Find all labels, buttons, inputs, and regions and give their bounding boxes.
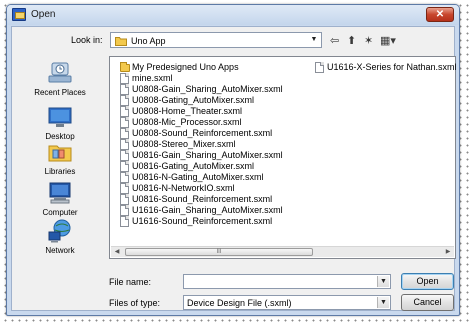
file-icon xyxy=(120,73,129,84)
file-name: My Predesigned Uno Apps xyxy=(132,62,239,72)
file-name: U0808-Gating_AutoMixer.sxml xyxy=(132,95,255,105)
up-folder-icon[interactable]: ⬆ xyxy=(347,34,356,48)
chevron-down-icon[interactable]: ▼ xyxy=(308,34,320,46)
file-name: U0816-Gating_AutoMixer.sxml xyxy=(132,161,255,171)
file-name-label: File name: xyxy=(109,277,152,287)
folder-icon xyxy=(115,36,127,48)
file-name: U1616-X-Series for Nathan.sxml xyxy=(327,62,457,72)
file-icon xyxy=(120,139,129,150)
file-name: U0816-Sound_Reinforcement.sxml xyxy=(132,194,273,204)
file-type-label: Files of type: xyxy=(109,298,161,308)
file-icon xyxy=(315,62,324,73)
network-icon xyxy=(48,219,71,243)
scrollbar-thumb[interactable]: III xyxy=(125,248,313,256)
file-icon xyxy=(120,172,129,183)
chevron-down-icon[interactable]: ▼ xyxy=(377,276,389,287)
open-dialog: Open ✕ Look in: Uno App ▼ ⇦ ⬆ ✶ ▦▾ Recen… xyxy=(6,4,460,316)
scroll-left-icon[interactable]: ◀ xyxy=(111,247,123,257)
file-name: U0808-Sound_Reinforcement.sxml xyxy=(132,128,273,138)
file-name: U1616-Gain_Sharing_AutoMixer.sxml xyxy=(132,205,283,215)
computer-icon xyxy=(49,182,71,204)
views-menu-icon[interactable]: ▦▾ xyxy=(380,34,396,48)
file-name: U0808-Mic_Processor.sxml xyxy=(132,117,242,127)
file-name-combo[interactable]: ▼ xyxy=(183,274,391,289)
desktop-icon xyxy=(48,107,72,127)
open-button[interactable]: Open xyxy=(401,273,454,290)
place-recent-places[interactable]: Recent Places xyxy=(20,61,100,105)
place-network[interactable]: Network xyxy=(20,219,100,263)
file-name: mine.sxml xyxy=(132,73,173,83)
chevron-down-icon[interactable]: ▼ xyxy=(377,297,389,308)
file-list[interactable]: My Predesigned Uno Apps mine.sxml U0808-… xyxy=(109,56,457,259)
file-icon xyxy=(120,216,129,227)
recent-places-icon xyxy=(48,62,72,83)
file-icon xyxy=(120,117,129,128)
close-button[interactable]: ✕ xyxy=(426,7,454,22)
cancel-button[interactable]: Cancel xyxy=(401,294,454,311)
place-label: Network xyxy=(45,246,75,255)
horizontal-scrollbar[interactable]: ◀ III ▶ xyxy=(111,246,454,257)
file-name: U0816-N-NetworkIO.sxml xyxy=(132,183,235,193)
file-name: U0816-N-Gating_AutoMixer.sxml xyxy=(132,172,264,182)
file-name: U0808-Gain_Sharing_AutoMixer.sxml xyxy=(132,84,283,94)
file-name: U0808-Home_Theater.sxml xyxy=(132,106,243,116)
look-in-value: Uno App xyxy=(131,36,166,46)
place-libraries[interactable]: Libraries xyxy=(20,140,100,184)
file-type-select[interactable]: Device Design File (.sxml) ▼ xyxy=(183,295,391,310)
open-dialog-icon xyxy=(12,8,26,21)
file-icon xyxy=(120,194,129,205)
place-label: Computer xyxy=(42,208,78,217)
folder-icon xyxy=(120,62,130,72)
file-icon xyxy=(120,106,129,117)
new-folder-icon[interactable]: ✶ xyxy=(364,34,373,48)
back-arrow-icon[interactable]: ⇦ xyxy=(330,34,339,48)
file-icon xyxy=(120,128,129,139)
look-in-combo[interactable]: Uno App ▼ xyxy=(110,32,322,48)
place-label: Recent Places xyxy=(34,88,86,97)
file-icon xyxy=(120,95,129,106)
look-in-label: Look in: xyxy=(71,35,103,45)
title-bar[interactable]: Open ✕ xyxy=(7,5,459,25)
file-name: U0816-Gain_Sharing_AutoMixer.sxml xyxy=(132,150,283,160)
file-icon xyxy=(120,183,129,194)
file-name: U0808-Stereo_Mixer.sxml xyxy=(132,139,236,149)
scroll-right-icon[interactable]: ▶ xyxy=(442,247,454,257)
place-label: Libraries xyxy=(44,167,76,176)
file-type-value: Device Design File (.sxml) xyxy=(187,298,292,308)
dialog-body: Look in: Uno App ▼ ⇦ ⬆ ✶ ▦▾ Recent Place… xyxy=(11,26,457,311)
file-icon xyxy=(120,205,129,216)
file-name: U1616-Sound_Reinforcement.sxml xyxy=(132,216,273,226)
libraries-icon xyxy=(48,145,72,162)
file-icon xyxy=(120,161,129,172)
dialog-title: Open xyxy=(31,9,56,20)
file-icon xyxy=(120,150,129,161)
file-icon xyxy=(120,84,129,95)
